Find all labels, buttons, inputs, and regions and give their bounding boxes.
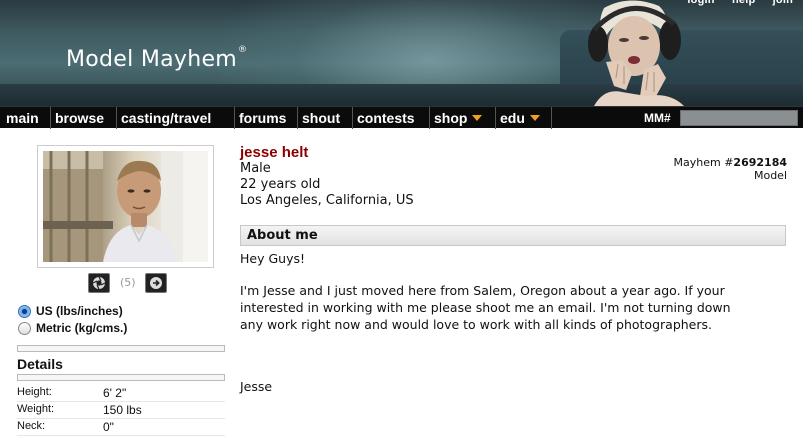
nav-shout[interactable]: shout: [298, 107, 353, 129]
nav-shop[interactable]: shop: [430, 107, 496, 129]
chevron-down-icon: [529, 115, 540, 121]
nav-casting-travel[interactable]: casting/travel: [117, 107, 235, 129]
photo-count: (5): [120, 276, 136, 289]
about-signature: Jesse: [240, 379, 273, 394]
arrow-right-icon: [150, 277, 162, 289]
divider-bar: [17, 374, 225, 381]
mayhem-prefix: Mayhem #: [673, 156, 734, 169]
detail-row-neck: Neck: 0": [17, 418, 225, 436]
logo-text: Model Mayhem: [66, 47, 238, 72]
banner-model-figure: [588, 0, 684, 106]
profile-location: Los Angeles, California, US: [240, 193, 414, 208]
divider-bar: [17, 345, 225, 352]
aperture-icon: [92, 276, 106, 290]
nav-browse-label: browse: [55, 110, 105, 126]
nav-browse[interactable]: browse: [51, 107, 117, 129]
registered-mark: ®: [238, 45, 248, 55]
site-logo[interactable]: Model Mayhem®: [66, 45, 248, 72]
chevron-down-icon: [472, 115, 483, 121]
help-link[interactable]: help: [732, 0, 755, 6]
site-banner: login help join Model Mayhem®: [0, 0, 803, 106]
about-greeting: Hey Guys!: [240, 251, 305, 266]
nav-main-label: main: [6, 110, 39, 126]
profile-role: Model: [753, 169, 787, 182]
unit-metric-label: Metric (kg/cms.): [36, 321, 128, 335]
detail-label: Height:: [17, 386, 52, 398]
nav-forums-label: forums: [239, 110, 287, 126]
detail-row-height: Height: 6' 2": [17, 384, 225, 402]
details-title: Details: [17, 356, 63, 372]
nav-shout-label: shout: [302, 110, 341, 126]
nav-shop-label: shop: [434, 110, 468, 126]
detail-value: 6' 2": [103, 386, 127, 400]
nav-main[interactable]: main: [2, 107, 51, 129]
main-nav: main browse casting/travel forums shout …: [0, 106, 803, 129]
nav-contests-label: contests: [357, 110, 415, 126]
about-body-line-1: I'm Jesse and I just moved here from Sal…: [240, 283, 725, 298]
mayhem-number: 2692184: [733, 156, 787, 169]
join-link[interactable]: join: [773, 0, 793, 6]
detail-value: 150 lbs: [103, 403, 142, 417]
profile-age: 22 years old: [240, 177, 321, 192]
login-link[interactable]: login: [687, 0, 714, 6]
mm-number-label: MM#: [644, 111, 671, 125]
about-me-header: About me: [240, 225, 786, 246]
nav-edu[interactable]: edu: [496, 107, 552, 129]
about-body-line-2: interested in working with me please sho…: [240, 300, 731, 315]
unit-metric-radio[interactable]: [18, 322, 31, 335]
profile-name: jesse helt: [240, 144, 309, 161]
profile-photo-frame: [37, 145, 214, 268]
top-links: login help join: [673, 0, 793, 6]
unit-metric-option[interactable]: Metric (kg/cms.): [18, 321, 127, 335]
detail-value: 0": [103, 420, 114, 434]
profile-photo[interactable]: [43, 151, 208, 262]
unit-us-radio[interactable]: [18, 305, 31, 318]
profile-gender: Male: [240, 161, 271, 176]
profile-photo-image: [43, 151, 208, 262]
mm-number-input[interactable]: [680, 110, 798, 126]
unit-us-option[interactable]: US (lbs/inches): [18, 304, 123, 318]
detail-row-weight: Weight: 150 lbs: [17, 401, 225, 419]
nav-edu-label: edu: [500, 110, 525, 126]
unit-us-label: US (lbs/inches): [36, 304, 123, 318]
gallery-button[interactable]: [88, 273, 110, 293]
photo-navigation: (5): [88, 273, 170, 293]
about-body-line-3: any work right now and would love to wor…: [240, 317, 712, 332]
detail-label: Weight:: [17, 403, 55, 415]
mayhem-id: Mayhem #2692184 Model: [674, 156, 788, 182]
detail-label: Neck:: [17, 420, 46, 432]
nav-forums[interactable]: forums: [235, 107, 298, 129]
next-photo-button[interactable]: [145, 273, 167, 293]
nav-contests[interactable]: contests: [353, 107, 430, 129]
nav-casting-travel-label: casting/travel: [121, 110, 212, 126]
